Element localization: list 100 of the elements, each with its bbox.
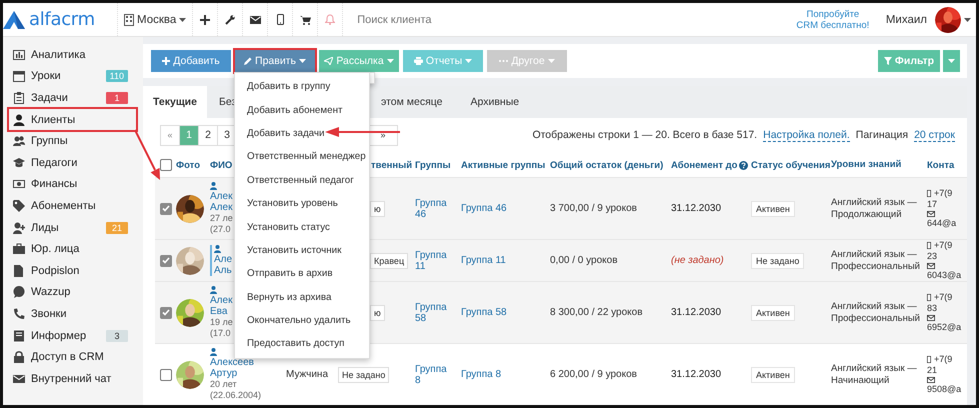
group-link[interactable]: Группа 11 xyxy=(461,255,544,266)
client-name[interactable]: Алек xyxy=(210,191,233,202)
age-text: 20 лет xyxy=(210,379,238,390)
group-link[interactable]: Группа 58 xyxy=(461,307,544,318)
email-address[interactable]: 644@a xyxy=(927,218,956,229)
client-name[interactable]: Алексеев xyxy=(210,357,262,368)
sidebar-item[interactable]: Внутренний чат xyxy=(3,368,137,390)
book-icon xyxy=(13,330,25,342)
client-name[interactable]: Артур xyxy=(210,368,262,379)
menu-item[interactable]: Добавить в группу xyxy=(235,75,369,98)
phone-icon[interactable] xyxy=(276,14,284,25)
wrench-icon[interactable] xyxy=(225,14,236,24)
client-name[interactable]: Ева xyxy=(210,306,233,317)
group-link[interactable]: Группа 46 xyxy=(415,198,455,220)
phone-number: 23 xyxy=(927,251,938,262)
column-header[interactable]: ФИО xyxy=(210,160,232,170)
sidebar-item[interactable]: Звонки xyxy=(3,303,137,325)
sidebar-item[interactable]: Wazzup xyxy=(3,282,137,304)
phone-icon xyxy=(927,294,931,301)
cart-icon[interactable] xyxy=(300,14,311,24)
dropdown-toggle[interactable] xyxy=(943,50,960,72)
client-name[interactable]: Аль xyxy=(214,265,232,276)
sidebar-item[interactable]: Доступ в CRM xyxy=(3,346,137,368)
group-link[interactable]: Группа 46 xyxy=(461,203,544,214)
column-header[interactable]: Абонемент до xyxy=(671,160,738,170)
column-header[interactable]: твенный xyxy=(371,160,412,170)
toolbar-button[interactable]: Править xyxy=(235,50,315,72)
select-field[interactable]: ю xyxy=(370,200,385,216)
checkbox[interactable] xyxy=(160,306,172,318)
table-cell: 31.12.2030 xyxy=(671,307,722,318)
phone-number: 21 xyxy=(927,365,938,376)
envelope-icon[interactable] xyxy=(250,16,261,24)
phone-number: +7(9 xyxy=(934,354,952,365)
sidebar-item[interactable]: Аналитика xyxy=(3,44,137,66)
column-header[interactable]: Группы xyxy=(415,160,451,170)
sidebar-item[interactable]: Абонементы xyxy=(3,195,137,217)
city-dropdown[interactable]: Москва xyxy=(117,3,194,36)
email-address[interactable]: 9508@a xyxy=(927,384,962,395)
checkbox[interactable] xyxy=(160,202,172,214)
checkbox[interactable] xyxy=(160,368,172,380)
table-cell: Английский язык — Профессиональный xyxy=(831,248,920,272)
user-icon xyxy=(13,114,25,126)
envelope-icon xyxy=(927,211,935,217)
sidebar-item[interactable]: Финансы xyxy=(3,174,137,196)
column-header[interactable]: Общий остаток (деньги) xyxy=(550,160,664,170)
phone-number: 83 xyxy=(927,303,938,314)
caret-icon xyxy=(964,18,971,22)
sidebar-item[interactable]: Педагоги xyxy=(3,152,137,174)
select-field[interactable]: ю xyxy=(370,304,385,320)
column-header[interactable]: Уровни знаний xyxy=(831,159,902,171)
phone-number: +7(9 xyxy=(934,188,952,199)
email-address[interactable]: 6952@a xyxy=(927,322,962,333)
menu-item[interactable]: Предоставить доступ xyxy=(235,332,369,356)
sidebar-item[interactable]: Юр. лица xyxy=(3,238,137,260)
sidebar-item[interactable]: Podpislon xyxy=(3,260,137,282)
paper-plane-icon xyxy=(324,57,334,65)
menu-item[interactable]: Установить статус xyxy=(235,215,369,239)
checkbox[interactable] xyxy=(160,254,172,266)
menu-item[interactable]: Ответственный педагог xyxy=(235,168,369,192)
sidebar-item[interactable]: Информер 3 xyxy=(3,324,137,346)
column-header[interactable]: Активные группы xyxy=(461,160,546,170)
caret-icon xyxy=(465,59,472,63)
page-link[interactable]: 2 xyxy=(199,126,218,144)
column-header[interactable]: Статус обучения xyxy=(751,160,830,170)
page-size-link[interactable]: 20 строк xyxy=(914,128,955,142)
sidebar-item[interactable]: Группы xyxy=(3,130,137,152)
checkbox[interactable] xyxy=(160,159,172,171)
sidebar-item[interactable]: Уроки 110 xyxy=(3,66,137,88)
sidebar-item[interactable]: Лиды 21 xyxy=(3,216,137,238)
client-name[interactable]: Але xyxy=(214,254,232,265)
menu-item[interactable]: Установить уровень xyxy=(235,192,369,216)
plus-icon[interactable] xyxy=(200,14,210,24)
menu-item[interactable]: Добавить задачи xyxy=(235,122,369,146)
group-link[interactable]: Группа 8 xyxy=(461,369,544,380)
client-name[interactable]: Алек xyxy=(210,202,233,213)
group-link[interactable]: Группа 58 xyxy=(415,302,455,324)
client-name[interactable]: Алек xyxy=(210,295,233,306)
sidebar-item[interactable]: Клиенты xyxy=(9,108,136,130)
caret-icon xyxy=(386,59,394,63)
group-link[interactable]: Группа 8 xyxy=(415,364,455,386)
column-header[interactable]: Конта xyxy=(927,160,954,170)
email-address[interactable]: 6043@a xyxy=(927,270,962,281)
menu-item[interactable]: Ответственный менеджер xyxy=(235,145,369,169)
phone-number: 17 xyxy=(927,199,938,210)
select-field[interactable]: Кравец xyxy=(370,252,408,268)
tab[interactable]: Текущие xyxy=(143,86,207,118)
menu-item[interactable]: Вернуть из архива xyxy=(235,286,369,309)
menu-item[interactable]: Добавить абонемент xyxy=(235,98,369,122)
column-header[interactable]: Фото xyxy=(176,160,200,170)
menu-item[interactable]: Установить источник xyxy=(235,238,369,262)
field-settings-link[interactable]: Настройка полей. xyxy=(763,128,850,142)
search-field[interactable]: Поиск клиента xyxy=(355,12,560,26)
table-cell: Мужчина xyxy=(286,369,328,380)
phone-number: +7(9 xyxy=(934,240,952,251)
menu-item[interactable]: Отправить в архив xyxy=(235,262,369,286)
select-field[interactable]: Не задано xyxy=(338,366,390,382)
group-link[interactable]: Группа 11 xyxy=(415,250,455,272)
promo-link[interactable]: Попробуйте CRM бесплатно! xyxy=(796,8,870,30)
menu-item[interactable]: Окончательно удалить xyxy=(235,308,369,332)
sidebar-item[interactable]: Задачи 1 xyxy=(3,87,137,109)
